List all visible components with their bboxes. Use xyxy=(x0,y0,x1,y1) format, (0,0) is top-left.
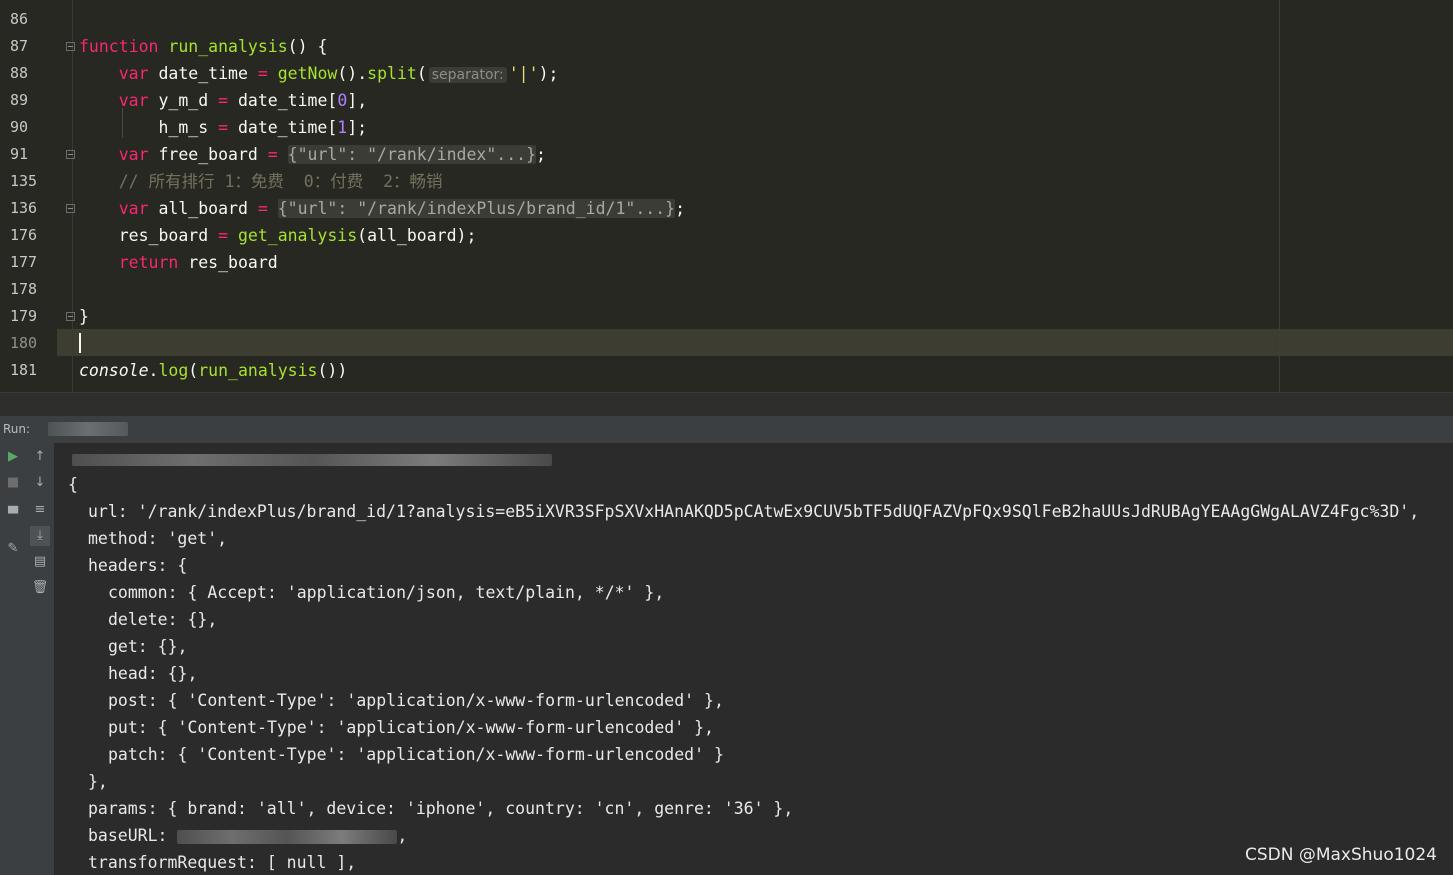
output-line: delete: {}, xyxy=(108,610,218,629)
print-icon[interactable]: ▤ xyxy=(30,552,50,572)
current-line-highlight xyxy=(57,329,1453,356)
line-number: 87 xyxy=(10,37,29,55)
line-number: 179 xyxy=(10,307,38,325)
output-line: { xyxy=(68,475,78,494)
output-line: transformRequest: [ null ], xyxy=(88,853,357,872)
output-line: get: {}, xyxy=(108,637,188,656)
code-line-88: var date_time = getNow().split(separator… xyxy=(118,64,559,83)
baseurl-tail: , xyxy=(397,826,408,845)
soft-wrap-icon[interactable]: ≡ xyxy=(30,500,50,520)
output-line: head: {}, xyxy=(108,664,198,683)
code-editor[interactable]: 86 87 88 89 90 91 135 136 176 177 178 17… xyxy=(0,0,1453,392)
code-line-87: function run_analysis() { xyxy=(79,37,328,56)
run-toolbar-secondary: ↑ ↓ ≡ ⤓ ▤ 🗑 xyxy=(27,443,55,875)
watermark: CSDN @MaxShuo1024 xyxy=(1244,845,1437,865)
line-number: 86 xyxy=(10,10,29,28)
line-number: 180 xyxy=(10,334,38,352)
scroll-to-end-icon[interactable]: ⤓ xyxy=(30,526,50,546)
fold-collapse-icon[interactable] xyxy=(66,42,75,51)
output-line: put: { 'Content-Type': 'application/x-ww… xyxy=(108,718,714,737)
redacted-command-line xyxy=(72,445,552,472)
stop-icon[interactable]: ■ xyxy=(3,473,23,493)
code-line-176: res_board = get_analysis(all_board); xyxy=(79,226,477,245)
code-line-135: // 所有排行 1：免费 0：付费 2：畅销 xyxy=(79,168,443,195)
line-number: 136 xyxy=(10,199,38,217)
fold-collapse-icon[interactable] xyxy=(66,312,75,321)
folded-region[interactable]: {"url": "/rank/index"...} xyxy=(287,145,537,164)
run-tool-window-header: Run: xyxy=(0,416,1453,443)
run-label: Run: xyxy=(3,422,31,436)
line-number: 90 xyxy=(10,118,29,136)
layout-icon[interactable]: ▀ xyxy=(3,505,23,525)
code-line-90: h_m_s = date_time[1]; xyxy=(79,118,368,137)
code-line-91: var free_board = {"url": "/rank/index"..… xyxy=(118,145,546,164)
code-comment: // 所有排行 1：免费 0：付费 2：畅销 xyxy=(118,172,443,191)
baseurl-key: baseURL: xyxy=(88,826,178,845)
right-margin-guide xyxy=(1279,0,1280,392)
rerun-icon[interactable]: ▶ xyxy=(3,447,23,467)
line-number: 176 xyxy=(10,226,38,244)
clear-trash-icon[interactable]: 🗑 xyxy=(30,578,50,598)
line-number: 135 xyxy=(10,172,38,190)
line-number: 178 xyxy=(10,280,38,298)
code-line-177: return res_board xyxy=(118,253,278,272)
fold-collapse-icon[interactable] xyxy=(66,204,75,213)
output-line: url: '/rank/indexPlus/brand_id/1?analysi… xyxy=(88,498,1419,525)
line-number: 181 xyxy=(10,361,38,379)
output-line: patch: { 'Content-Type': 'application/x-… xyxy=(108,745,724,764)
parameter-hint: separator: xyxy=(428,67,507,83)
text-caret xyxy=(79,333,81,353)
url-value: '/rank/indexPlus/brand_id/1?analysis=eB5… xyxy=(137,502,1420,521)
fold-collapse-icon[interactable] xyxy=(66,150,75,159)
scroll-down-icon[interactable]: ↓ xyxy=(30,473,50,493)
line-number: 177 xyxy=(10,253,38,271)
code-line-179: } xyxy=(79,307,89,326)
code-line-136: var all_board = {"url": "/rank/indexPlus… xyxy=(118,199,686,218)
output-line: method: 'get', xyxy=(88,529,228,548)
run-config-tab[interactable] xyxy=(48,422,128,436)
output-line: headers: { xyxy=(88,556,188,575)
gutter-separator xyxy=(72,0,73,392)
line-number: 89 xyxy=(10,91,29,109)
folded-region[interactable]: {"url": "/rank/indexPlus/brand_id/1"...} xyxy=(277,199,676,218)
scroll-up-icon[interactable]: ↑ xyxy=(30,447,50,467)
editor-bottom-spacer xyxy=(0,392,1453,417)
output-line: params: { brand: 'all', device: 'iphone'… xyxy=(88,799,794,818)
redacted-base-url xyxy=(177,829,398,844)
output-line: common: { Accept: 'application/json, tex… xyxy=(108,583,665,602)
output-line: }, xyxy=(88,772,108,791)
output-line: post: { 'Content-Type': 'application/x-w… xyxy=(108,691,724,710)
line-number: 91 xyxy=(10,145,29,163)
console-output[interactable]: { url: '/rank/indexPlus/brand_id/1?analy… xyxy=(54,443,1453,875)
line-number-gutter: 86 87 88 89 90 91 135 136 176 177 178 17… xyxy=(0,0,57,392)
url-key: url: xyxy=(88,502,138,521)
pin-icon[interactable]: ✎ xyxy=(3,539,23,559)
line-number: 88 xyxy=(10,64,29,82)
output-line: baseURL: , xyxy=(88,822,407,849)
code-line-181: console.log(run_analysis()) xyxy=(79,361,348,380)
run-toolbar-primary: ▶ ■ ▀ ✎ xyxy=(0,443,28,875)
code-line-89: var y_m_d = date_time[0], xyxy=(118,91,368,110)
